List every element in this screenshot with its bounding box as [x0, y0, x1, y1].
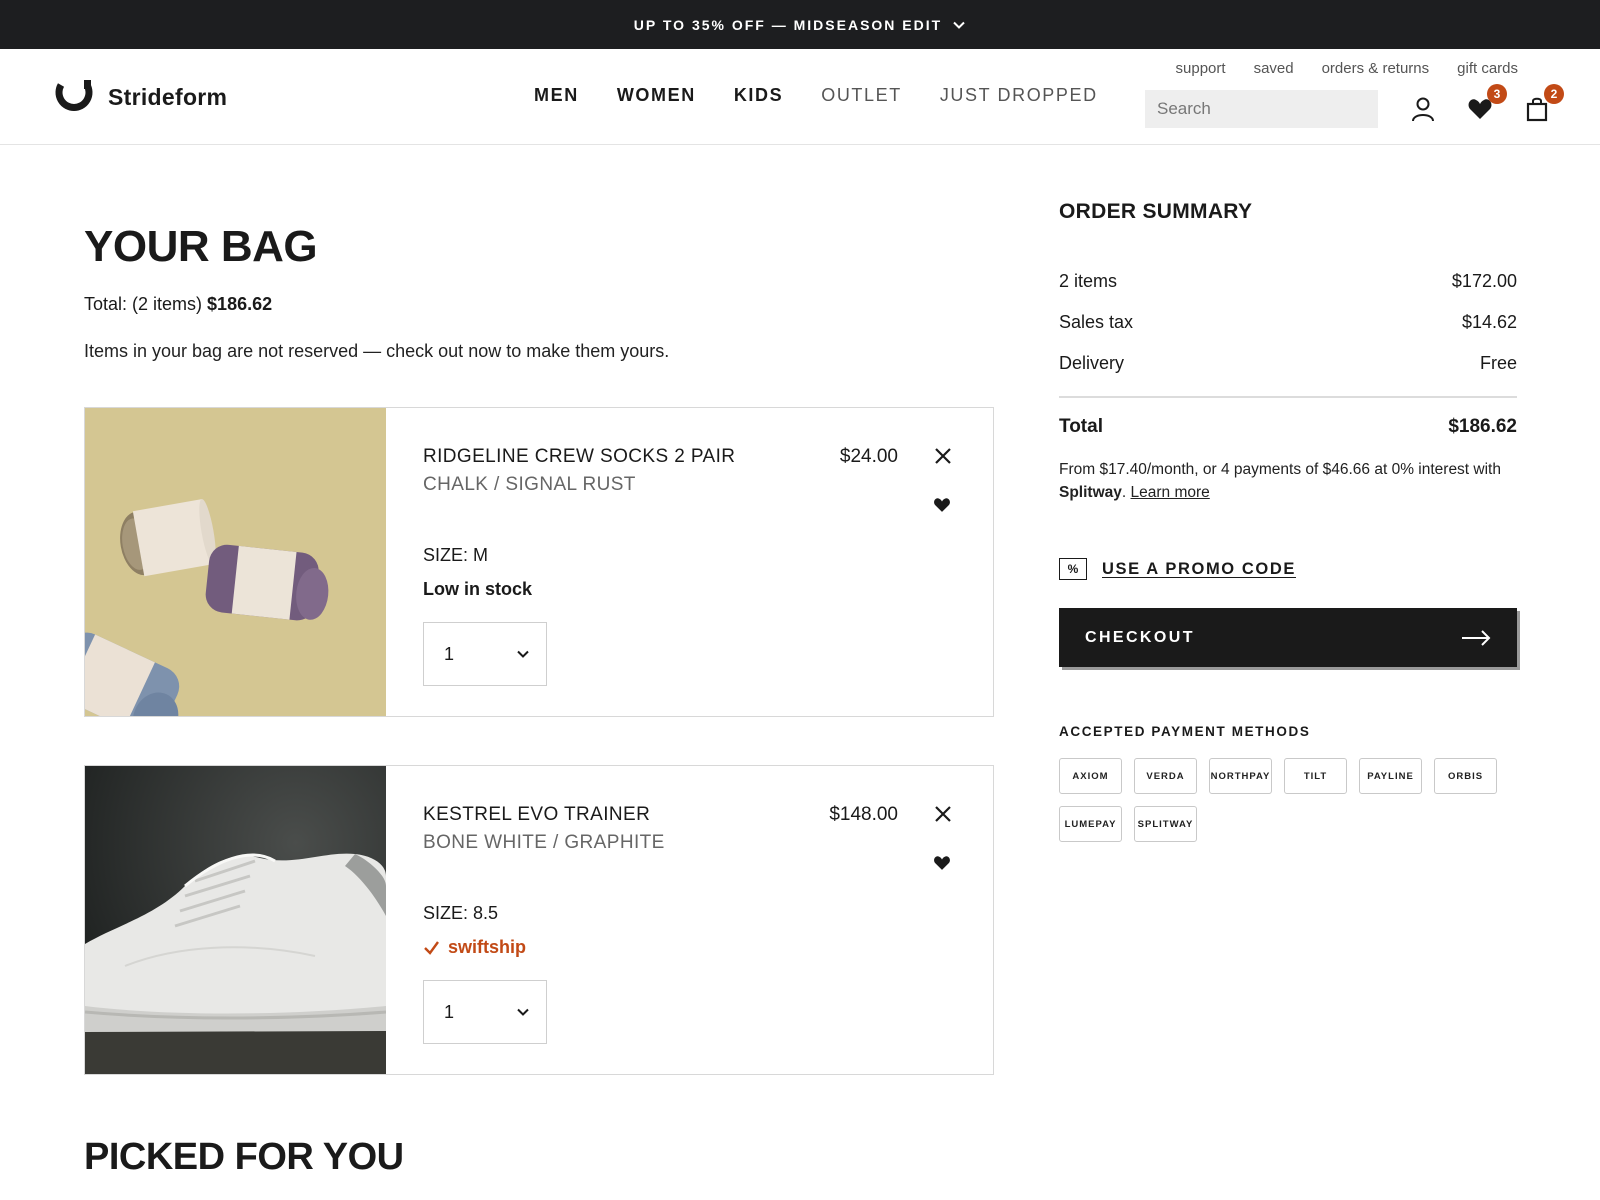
order-summary: ORDER SUMMARY 2 items $172.00 Sales tax … — [1059, 200, 1517, 842]
checkout-label: CHECKOUT — [1085, 628, 1195, 646]
orders-returns-link[interactable]: orders & returns — [1322, 60, 1430, 77]
quantity-select[interactable]: 1 — [423, 622, 547, 686]
installment-brand: Splitway — [1059, 484, 1122, 501]
payment-logo-splitway: SPLITWAY — [1134, 806, 1197, 842]
wishlist-icon[interactable]: 3 — [1467, 84, 1507, 122]
summary-total: Total $186.62 — [1059, 416, 1517, 438]
summary-label: 2 items — [1059, 271, 1118, 291]
installment-text: From $17.40/month, or 4 payments of $46.… — [1059, 461, 1501, 478]
total-label: Total — [1059, 416, 1103, 437]
picked-for-you-heading: PICKED FOR YOU — [84, 1136, 404, 1178]
account-icon[interactable] — [1410, 96, 1436, 122]
bag-total: Total: (2 items) $186.62 — [84, 294, 272, 315]
page-title: YOUR BAG — [84, 222, 318, 271]
chevron-down-icon — [517, 1008, 529, 1016]
remove-item-icon[interactable] — [933, 446, 953, 466]
bag-total-value: $186.62 — [207, 294, 273, 314]
bag-item: RIDGELINE CREW SOCKS 2 PAIR CHALK / SIGN… — [84, 407, 994, 717]
nav-women[interactable]: WOMEN — [617, 85, 696, 106]
search-input[interactable] — [1157, 99, 1378, 119]
item-size: SIZE: 8.5 — [423, 903, 499, 923]
item-name[interactable]: KESTREL EVO TRAINER — [423, 804, 650, 826]
summary-row-delivery: Delivery Free — [1059, 353, 1517, 374]
nav-just-dropped[interactable]: JUST DROPPED — [940, 85, 1098, 106]
summary-label: Sales tax — [1059, 312, 1134, 332]
search-box — [1145, 90, 1378, 128]
arrow-right-icon — [1462, 629, 1491, 646]
learn-more-link[interactable]: Learn more — [1131, 484, 1210, 501]
bag-icon[interactable]: 2 — [1524, 84, 1564, 122]
saved-link[interactable]: saved — [1254, 60, 1294, 77]
payment-logo-orbis: ORBIS — [1434, 758, 1497, 794]
checkout-button[interactable]: CHECKOUT — [1059, 608, 1517, 667]
socks-photo[interactable] — [85, 408, 386, 716]
shipping-status: swiftship — [423, 937, 526, 958]
payment-methods: AXIOM VERDA NORTHPAY TILT PAYLINE ORBIS … — [1059, 758, 1519, 842]
reservation-note: Items in your bag are not reserved — che… — [84, 341, 670, 361]
payment-logo-axiom: AXIOM — [1059, 758, 1122, 794]
wishlist-count-badge: 3 — [1487, 84, 1507, 104]
promo-code-link[interactable]: USE A PROMO CODE — [1102, 560, 1296, 579]
payment-logo-lumepay: LUMEPAY — [1059, 806, 1122, 842]
summary-value: $172.00 — [1451, 271, 1517, 291]
summary-value: Free — [1479, 353, 1517, 373]
item-size: SIZE: M — [423, 545, 489, 565]
payment-logo-northpay: NORTHPAY — [1209, 758, 1272, 794]
shipping-label: swiftship — [448, 937, 527, 957]
main-nav: MEN WOMEN KIDS OUTLET JUST DROPPED — [534, 85, 1136, 106]
item-color: BONE WHITE / GRAPHITE — [423, 832, 665, 853]
save-item-heart-icon[interactable] — [933, 496, 951, 514]
item-price: $148.00 — [829, 804, 898, 825]
item-name[interactable]: RIDGELINE CREW SOCKS 2 PAIR — [423, 446, 735, 468]
payment-logo-verda: VERDA — [1134, 758, 1197, 794]
payment-logo-payline: PAYLINE — [1359, 758, 1422, 794]
payment-logo-tilt: TILT — [1284, 758, 1347, 794]
brand-logo[interactable]: Strideform — [52, 77, 227, 117]
quantity-value: 1 — [444, 1001, 455, 1022]
site-header: Strideform MEN WOMEN KIDS OUTLET JUST DR… — [0, 49, 1600, 145]
sneaker-photo[interactable] — [85, 766, 386, 1074]
support-link[interactable]: support — [1176, 60, 1226, 77]
quantity-select[interactable]: 1 — [423, 980, 547, 1044]
save-item-heart-icon[interactable] — [933, 854, 951, 872]
quantity-value: 1 — [444, 643, 455, 664]
nav-kids[interactable]: KIDS — [734, 85, 783, 106]
item-price: $24.00 — [839, 446, 898, 467]
promo-banner[interactable]: UP TO 35% OFF — MIDSEASON EDIT — [0, 0, 1600, 49]
chevron-down-icon — [953, 21, 965, 29]
gift-cards-link[interactable]: gift cards — [1457, 60, 1518, 77]
nav-outlet[interactable]: OUTLET — [821, 85, 902, 106]
summary-value: $14.62 — [1461, 312, 1517, 332]
stock-status: Low in stock — [423, 579, 533, 599]
summary-title: ORDER SUMMARY — [1059, 200, 1253, 223]
bag-count-badge: 2 — [1544, 84, 1564, 104]
utility-links: support saved orders & returns gift card… — [1176, 60, 1518, 77]
summary-row-tax: Sales tax $14.62 — [1059, 312, 1517, 333]
percent-tag-icon: % — [1059, 558, 1087, 580]
remove-item-icon[interactable] — [933, 804, 953, 824]
item-color: CHALK / SIGNAL RUST — [423, 474, 636, 495]
bag-total-label: Total: (2 items) — [84, 294, 203, 314]
bag-item: KESTREL EVO TRAINER BONE WHITE / GRAPHIT… — [84, 765, 994, 1075]
logo-icon — [55, 80, 93, 111]
payment-methods-title: ACCEPTED PAYMENT METHODS — [1059, 724, 1311, 739]
summary-row-items: 2 items $172.00 — [1059, 271, 1517, 292]
installment-info: From $17.40/month, or 4 payments of $46.… — [1059, 461, 1501, 501]
summary-divider — [1059, 396, 1517, 398]
nav-men[interactable]: MEN — [534, 85, 579, 106]
promo-banner-text: UP TO 35% OFF — MIDSEASON EDIT — [633, 16, 943, 33]
checkmark-icon — [424, 941, 439, 955]
promo-code-toggle[interactable]: % USE A PROMO CODE — [1059, 558, 1296, 580]
summary-label: Delivery — [1059, 353, 1125, 373]
chevron-down-icon — [517, 650, 529, 658]
total-value: $186.62 — [1448, 416, 1517, 437]
brand-name: Strideform — [108, 83, 228, 110]
